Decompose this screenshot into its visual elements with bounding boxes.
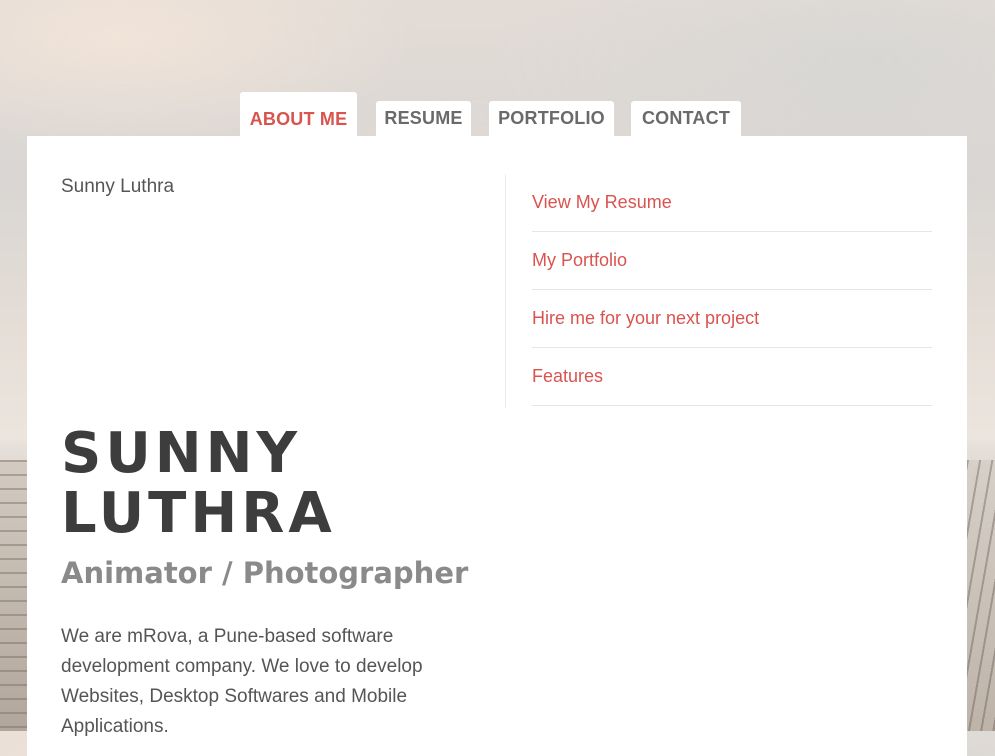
view-resume-link[interactable]: View My Resume bbox=[532, 192, 672, 213]
background-pier-right bbox=[967, 460, 995, 731]
hero-name-heading: SUNNY LUTHRA bbox=[61, 424, 336, 544]
list-item: Features bbox=[532, 348, 932, 406]
list-item: Hire me for your next project bbox=[532, 290, 932, 348]
portfolio-link[interactable]: My Portfolio bbox=[532, 250, 627, 271]
tab-resume[interactable]: RESUME bbox=[376, 101, 471, 136]
about-panel: Sunny Luthra View My Resume My Portfolio… bbox=[27, 136, 967, 756]
list-item: My Portfolio bbox=[532, 232, 932, 290]
tab-portfolio[interactable]: PORTFOLIO bbox=[489, 101, 614, 136]
background-pier-left bbox=[0, 460, 27, 731]
hire-me-link[interactable]: Hire me for your next project bbox=[532, 308, 759, 329]
quick-links-list: View My Resume My Portfolio Hire me for … bbox=[532, 174, 932, 406]
column-divider bbox=[505, 174, 506, 408]
hero-name-last: LUTHRA bbox=[61, 481, 336, 546]
bio-paragraph: We are mRova, a Pune-based software deve… bbox=[61, 626, 423, 737]
tab-about-me[interactable]: ABOUT ME bbox=[240, 92, 357, 136]
profession-title: Animator / Photographer bbox=[61, 556, 469, 590]
hero-name-first: SUNNY bbox=[61, 421, 302, 486]
features-link[interactable]: Features bbox=[532, 366, 603, 387]
list-item: View My Resume bbox=[532, 174, 932, 232]
tab-contact[interactable]: CONTACT bbox=[631, 101, 741, 136]
profile-name-small: Sunny Luthra bbox=[61, 176, 175, 197]
